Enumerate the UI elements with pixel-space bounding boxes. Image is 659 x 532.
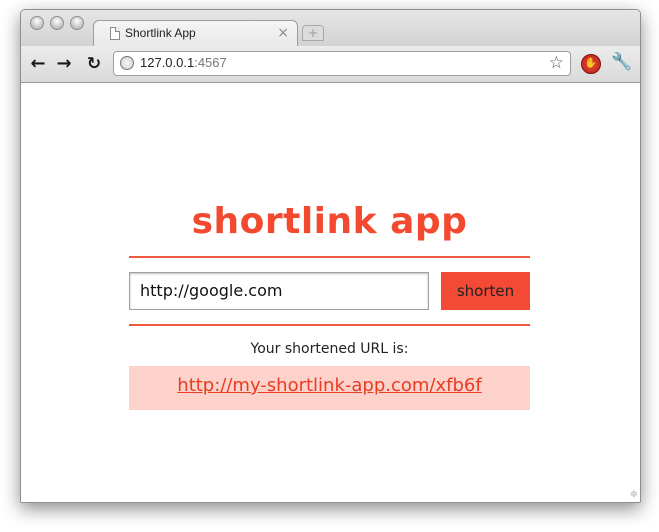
shorten-button[interactable]: shorten	[441, 272, 530, 310]
browser-tab[interactable]: Shortlink App ×	[93, 20, 298, 47]
title-bar: Shortlink App × +	[21, 10, 640, 47]
address-url[interactable]: 127.0.0.1:4567	[140, 55, 227, 70]
url-input[interactable]: http://google.com	[129, 272, 429, 310]
zoom-window-button[interactable]	[70, 16, 84, 30]
stop-extension-icon[interactable]: ✋	[581, 54, 601, 74]
bookmark-star-icon[interactable]: ☆	[549, 53, 564, 73]
globe-icon	[120, 56, 134, 70]
shortened-url-link[interactable]: http://my-shortlink-app.com/xfb6f	[177, 375, 481, 396]
divider-top	[129, 256, 530, 258]
tab-title: Shortlink App	[125, 26, 196, 40]
url-host: 127.0.0.1	[140, 55, 195, 70]
divider-bottom	[129, 324, 530, 326]
forward-arrow-icon[interactable]: →	[53, 53, 75, 75]
browser-toolbar: ← → ↻ 127.0.0.1:4567 ☆ ✋ 🔧	[21, 46, 640, 83]
result-box: http://my-shortlink-app.com/xfb6f	[129, 366, 530, 410]
minimize-window-button[interactable]	[50, 16, 64, 30]
resize-grip-icon[interactable]: ≑	[630, 489, 638, 500]
page-icon	[110, 27, 120, 40]
result-label: Your shortened URL is:	[250, 341, 409, 357]
new-tab-button[interactable]: +	[302, 25, 324, 41]
back-arrow-icon[interactable]: ←	[27, 53, 49, 75]
wrench-icon[interactable]: 🔧	[611, 52, 632, 72]
page-title: shortlink app	[191, 201, 468, 242]
tab-close-icon[interactable]: ×	[277, 25, 289, 41]
browser-window: Shortlink App × + ← → ↻ 127.0.0.1:4567 ☆…	[20, 9, 641, 503]
url-port: :4567	[194, 55, 227, 70]
close-window-button[interactable]	[30, 16, 44, 30]
reload-icon[interactable]: ↻	[83, 53, 105, 75]
page-content: shortlink app http://google.com shorten …	[21, 83, 640, 502]
address-bar[interactable]: 127.0.0.1:4567 ☆	[113, 51, 571, 76]
